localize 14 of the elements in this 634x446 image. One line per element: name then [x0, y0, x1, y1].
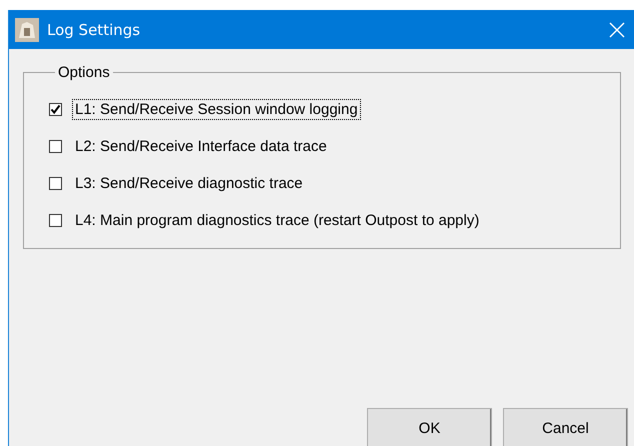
option-label[interactable]: L2: Send/Receive Interface data trace	[72, 136, 330, 157]
option-label[interactable]: L1: Send/Receive Session window logging	[72, 99, 361, 120]
window-title: Log Settings	[47, 20, 142, 38]
option-label[interactable]: L4: Main program diagnostics trace (restart Outpost to apply)	[72, 210, 482, 231]
group-title: Options	[57, 64, 111, 81]
option-label[interactable]: L3: Send/Receive diagnostic trace	[72, 173, 306, 194]
dialog-button[interactable]: OK	[367, 408, 492, 446]
checkbox[interactable]	[49, 140, 62, 153]
app-icon	[15, 18, 39, 42]
close-icon[interactable]	[609, 22, 625, 38]
dialog-button[interactable]: Cancel	[503, 408, 628, 446]
checkbox[interactable]	[49, 177, 62, 190]
checkbox[interactable]	[49, 214, 62, 227]
checkbox[interactable]	[49, 103, 62, 116]
